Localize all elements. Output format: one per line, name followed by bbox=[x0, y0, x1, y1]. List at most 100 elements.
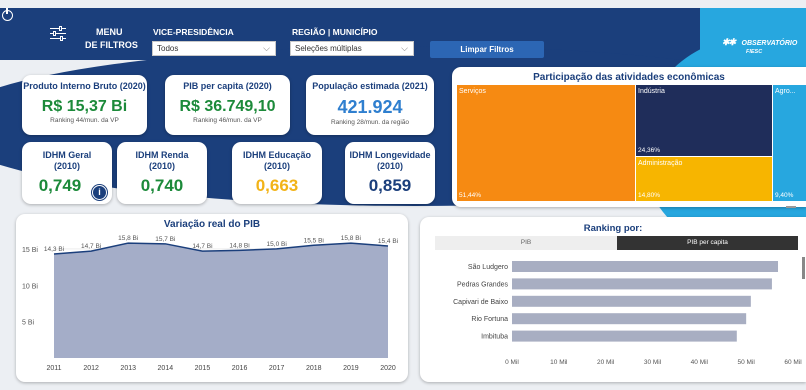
treemap-cell-pct: 14,80% bbox=[638, 192, 661, 199]
treemap-title: Participação das atividades econômicas bbox=[533, 72, 725, 83]
idhm-year: (2010) bbox=[263, 161, 290, 171]
idhm-year: (2010) bbox=[148, 161, 175, 171]
data-label: 14,7 Bi bbox=[192, 243, 212, 250]
fiesc-logo: ✱✱ OBSERVATÓRIO FIESC bbox=[722, 32, 797, 55]
treemap-cell-label: Administração bbox=[638, 160, 683, 167]
kpi-value: R$ 36.749,10 bbox=[179, 98, 276, 115]
pib-area-chart: 5 Bi 10 Bi 15 Bi 14,3 Bi 2011 14,7 Bi 2012 15,8… bbox=[22, 235, 398, 372]
chevron-down-icon: ⌵ bbox=[401, 43, 408, 53]
bar-category-label: Pedras Grandes bbox=[457, 281, 508, 288]
x-tick-label: 30 Mil bbox=[644, 359, 662, 366]
data-label: 15,5 Bi bbox=[304, 237, 324, 244]
data-label: 14,8 Bi bbox=[229, 242, 249, 249]
region-select[interactable]: Seleções múltiplas ⌵ bbox=[290, 41, 414, 56]
treemap-cell-administracao[interactable]: Administração 14,80% bbox=[636, 157, 772, 201]
bar bbox=[512, 313, 747, 325]
treemap-cell-servicos[interactable]: Serviços 51,44% bbox=[457, 85, 635, 201]
kpi-subtitle: Ranking 44/mun. da VP bbox=[50, 117, 119, 124]
ranking-tab-pib[interactable]: PIB bbox=[435, 236, 617, 250]
vp-filter-label: VICE-PRESIDÊNCIA bbox=[153, 27, 234, 37]
treemap-cell-label: Indústria bbox=[638, 88, 665, 95]
clear-filters-button[interactable]: Limpar Filtros bbox=[430, 41, 544, 58]
power-icon[interactable] bbox=[2, 8, 13, 21]
treemap-cell-pct: 9,40% bbox=[775, 192, 794, 199]
bar-category-label: Capivari de Baixo bbox=[453, 299, 508, 306]
ranking-title: Ranking por: bbox=[583, 223, 643, 234]
vp-select[interactable]: Todos ⌵ bbox=[152, 41, 276, 56]
region-filter-label: REGIÃO | MUNICÍPIO bbox=[292, 27, 378, 37]
x-tick-label: 2020 bbox=[380, 365, 396, 372]
idhm-title: IDHM Educação bbox=[242, 150, 311, 160]
data-label: 15,8 Bi bbox=[118, 235, 138, 242]
x-tick-label: 2011 bbox=[46, 365, 61, 372]
data-label: 14,7 Bi bbox=[81, 243, 101, 250]
data-label: 15,4 Bi bbox=[378, 238, 398, 245]
idhm-year: (2010) bbox=[376, 161, 403, 171]
y-tick-label: 15 Bi bbox=[22, 247, 38, 254]
idhm-value: 0,740 bbox=[140, 176, 184, 195]
menu-title-line1[interactable]: MENU bbox=[96, 27, 123, 37]
ranking-scrollbar[interactable] bbox=[802, 257, 805, 279]
bar-category-label: Rio Fortuna bbox=[471, 316, 508, 323]
treemap-cell-industria[interactable]: Indústria 24,36% bbox=[636, 85, 772, 156]
filter-sliders-icon[interactable] bbox=[50, 26, 66, 41]
x-tick-label: 2014 bbox=[158, 365, 174, 372]
x-tick-label: 10 Mil bbox=[550, 359, 568, 366]
y-tick-label: 10 Bi bbox=[22, 283, 38, 290]
kpi-title: População estimada (2021) bbox=[312, 81, 428, 91]
treemap-cell-pct: 24,36% bbox=[638, 147, 661, 154]
ranking-tab-pib-per-capita[interactable]: PIB per capita bbox=[617, 236, 798, 250]
idhm-title: IDHM Longevidade bbox=[349, 150, 431, 160]
kpi-card-population: População estimada (2021) 421.924 Rankin… bbox=[306, 75, 434, 135]
x-tick-label: 2017 bbox=[269, 365, 285, 372]
idhm-card-longevidade: IDHM Longevidade (2010) 0,859 bbox=[345, 142, 435, 204]
x-tick-label: 2012 bbox=[83, 365, 99, 372]
data-label: 15,0 Bi bbox=[267, 241, 287, 248]
data-label: 15,7 Bi bbox=[155, 236, 175, 243]
idhm-card-educacao: IDHM Educação (2010) 0,663 bbox=[232, 142, 322, 204]
x-tick-label: 20 Mil bbox=[597, 359, 615, 366]
kpi-subtitle: Ranking 46/mun. da VP bbox=[193, 117, 262, 124]
treemap-cell-label: Agro... bbox=[775, 88, 796, 95]
vp-select-value: Todos bbox=[157, 44, 179, 53]
ranking-bar-chart: São Ludgero Pedras Grandes Capivari de Bai… bbox=[453, 261, 802, 366]
x-tick-label: 0 Mil bbox=[505, 359, 519, 366]
region-select-value: Seleções múltiplas bbox=[295, 44, 362, 53]
bar bbox=[512, 330, 737, 342]
idhm-value: 0,859 bbox=[368, 176, 412, 195]
treemap-cell-pct: 51,44% bbox=[459, 192, 482, 199]
x-tick-label: 40 Mil bbox=[691, 359, 709, 366]
bar bbox=[512, 261, 779, 272]
x-tick-label: 60 Mil bbox=[784, 359, 802, 366]
kpi-card-pib-per-capita: PIB per capita (2020) R$ 36.749,10 Ranki… bbox=[165, 75, 290, 135]
x-tick-label: 2016 bbox=[232, 365, 248, 372]
x-tick-label: 50 Mil bbox=[737, 359, 755, 366]
treemap-cell-label: Serviços bbox=[459, 88, 486, 95]
logo-mark-icon: ✱✱ bbox=[722, 37, 736, 47]
idhm-value: 0,663 bbox=[255, 176, 299, 195]
kpi-title: PIB per capita (2020) bbox=[183, 81, 272, 91]
x-tick-label: 2015 bbox=[195, 365, 211, 372]
chevron-down-icon: ⌵ bbox=[263, 43, 270, 53]
x-tick-label: 2013 bbox=[120, 365, 136, 372]
treemap-cell-agro[interactable]: Agro... 9,40% bbox=[773, 85, 806, 201]
idhm-value: 0,749 bbox=[38, 176, 82, 195]
bar bbox=[512, 278, 772, 290]
kpi-title: Produto Interno Bruto (2020) bbox=[23, 81, 146, 91]
data-label: 14,3 Bi bbox=[44, 246, 64, 253]
dashboard: MENU DE FILTROS VICE-PRESIDÊNCIA Todos ⌵ … bbox=[0, 0, 806, 390]
idhm-card-geral: IDHM Geral (2010) 0,749 i bbox=[22, 142, 112, 204]
kpi-subtitle: Ranking 28/mun. da região bbox=[330, 119, 410, 126]
bar bbox=[512, 295, 751, 307]
pib-chart-card: Variação real do PIB 5 Bi 10 Bi 15 Bi 14,3 … bbox=[16, 214, 408, 382]
idhm-year: (2010) bbox=[53, 161, 80, 171]
logo-text: OBSERVATÓRIO bbox=[741, 40, 798, 47]
menu-title-line2[interactable]: DE FILTROS bbox=[85, 40, 138, 50]
data-label: 15,8 Bi bbox=[341, 235, 361, 242]
kpi-value: 421.924 bbox=[337, 97, 403, 117]
x-tick-label: 2019 bbox=[343, 365, 359, 372]
bar-category-label: São Ludgero bbox=[468, 264, 508, 271]
info-icon[interactable]: i bbox=[92, 185, 107, 200]
x-tick-label: 2018 bbox=[306, 365, 322, 372]
bar-category-label: Imbituba bbox=[481, 334, 508, 341]
